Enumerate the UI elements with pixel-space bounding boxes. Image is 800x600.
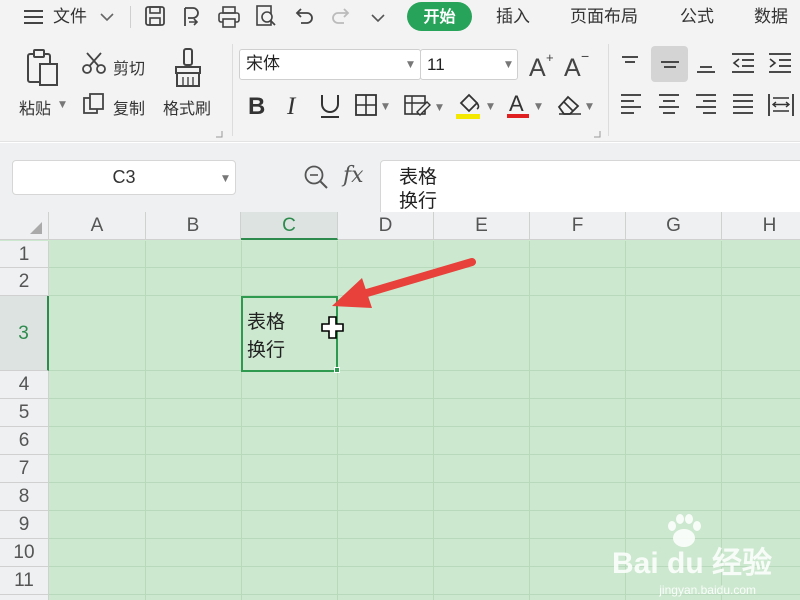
column-header-b[interactable]: B [146,212,241,240]
spreadsheet-app: 文件 开始 插入 页面布局 公式 数据 粘贴 ▼ 剪切 复制 格式刷 宋体 ▼ … [0,0,800,600]
copy-icon[interactable] [82,92,106,116]
fill-color-icon[interactable]: ▼ [455,91,499,121]
column-header-a[interactable]: A [49,212,146,240]
insert-function-button[interactable]: fx [343,163,364,188]
paste-button[interactable]: 粘贴 [19,95,51,119]
print-icon[interactable] [217,5,241,29]
row-header-11[interactable]: 11 [0,567,49,595]
column-header-h[interactable]: H [722,212,800,240]
cell-style-icon[interactable]: ▼ [403,92,447,118]
column-header-f[interactable]: F [530,212,626,240]
row-header-10[interactable]: 10 [0,539,49,567]
column-header-c[interactable]: C [241,212,338,240]
menu-file[interactable]: 文件 [53,0,87,34]
tab-home[interactable]: 开始 [407,2,472,31]
svg-text:−: − [581,51,589,64]
menu-bar: 文件 开始 插入 页面布局 公式 数据 [0,0,800,34]
svg-text:A: A [529,54,546,79]
align-right-icon[interactable] [694,92,718,116]
distributed-align-icon[interactable] [767,92,795,118]
svg-text:▼: ▼ [487,102,494,112]
group-expand-icon [594,131,601,138]
quick-access-dropdown-icon[interactable] [371,13,385,23]
format-painter-button[interactable]: 格式刷 [163,95,211,119]
formula-input[interactable]: 表格 换行 [380,160,800,216]
row-header-5[interactable]: 5 [0,399,49,427]
fill-handle[interactable] [334,367,340,373]
tab-formulas[interactable]: 公式 [680,0,714,34]
row-header-12[interactable] [0,595,49,600]
tab-insert[interactable]: 插入 [496,0,530,34]
align-bottom-icon[interactable] [694,53,718,75]
chevron-down-icon[interactable] [100,12,114,22]
decrease-indent-icon[interactable] [730,51,756,75]
ribbon-toolbar: 粘贴 ▼ 剪切 复制 格式刷 宋体 ▼ 11 ▼ A + A − B I ▼ ▼… [0,34,800,142]
justify-icon[interactable] [731,92,755,116]
increase-indent-icon[interactable] [767,51,793,75]
svg-text:B: B [248,93,265,118]
print-preview-icon[interactable] [254,4,278,28]
svg-text:▼: ▼ [535,102,542,112]
row-header-2[interactable]: 2 [0,268,49,296]
font-color-icon[interactable]: A ▼ [506,91,546,121]
row-header-3[interactable]: 3 [0,296,49,371]
zoom-search-icon[interactable] [303,164,329,190]
paste-icon[interactable] [25,48,61,88]
row-header-7[interactable]: 7 [0,455,49,483]
worksheet-grid[interactable]: A B C D E F G H 1 2 3 4 5 6 7 8 9 10 11 [0,212,800,600]
column-header-d[interactable]: D [338,212,434,240]
svg-text:+: + [546,51,554,65]
svg-text:A: A [509,91,524,116]
name-box[interactable]: C3 [12,160,236,195]
svg-text:▼: ▼ [586,102,593,112]
copy-button[interactable]: 复制 [113,95,145,119]
row-header-4[interactable]: 4 [0,371,49,399]
tab-data[interactable]: 数据 [754,0,788,34]
annotation-arrow-icon [332,258,476,308]
clear-format-icon[interactable]: ▼ [555,92,599,118]
row-header-1[interactable]: 1 [0,241,49,268]
increase-font-size-icon[interactable]: A + [528,51,556,79]
svg-text:▼: ▼ [436,103,443,113]
scissors-icon[interactable] [82,51,106,75]
align-center-icon[interactable] [657,92,681,116]
row-header-9[interactable]: 9 [0,511,49,539]
column-header-e[interactable]: E [434,212,530,240]
row-header-6[interactable]: 6 [0,427,49,455]
svg-text:A: A [564,54,581,79]
font-size-select[interactable]: 11 [420,49,518,80]
bold-icon[interactable]: B [247,92,269,118]
hamburger-menu-icon[interactable] [24,8,44,26]
italic-icon[interactable]: I [284,92,304,118]
watermark-brand: Bai du 经验 [611,547,772,580]
column-header-g[interactable]: G [626,212,722,240]
align-middle-icon[interactable] [658,53,682,75]
svg-text:I: I [286,93,297,118]
watermark-url: jingyan.baidu.com [659,583,756,597]
format-painter-icon[interactable] [172,47,204,89]
row-header-8[interactable]: 8 [0,483,49,511]
save-icon[interactable] [144,5,166,27]
align-top-icon[interactable] [619,53,641,75]
font-name-select[interactable]: 宋体 [239,49,421,80]
borders-icon[interactable]: ▼ [354,93,394,117]
decrease-font-size-icon[interactable]: A − [563,51,591,79]
formula-bar: C3 ▼ fx 表格 换行 [0,143,800,216]
group-expand-icon [216,131,223,138]
align-left-icon[interactable] [619,92,643,116]
cut-button[interactable]: 剪切 [113,55,145,79]
undo-icon[interactable] [293,6,315,26]
export-pdf-icon[interactable] [179,5,203,29]
redo-icon[interactable] [330,6,352,26]
select-all-corner[interactable] [0,212,49,240]
underline-icon[interactable] [318,92,342,120]
svg-text:▼: ▼ [382,102,389,112]
tab-page-layout[interactable]: 页面布局 [570,0,638,34]
